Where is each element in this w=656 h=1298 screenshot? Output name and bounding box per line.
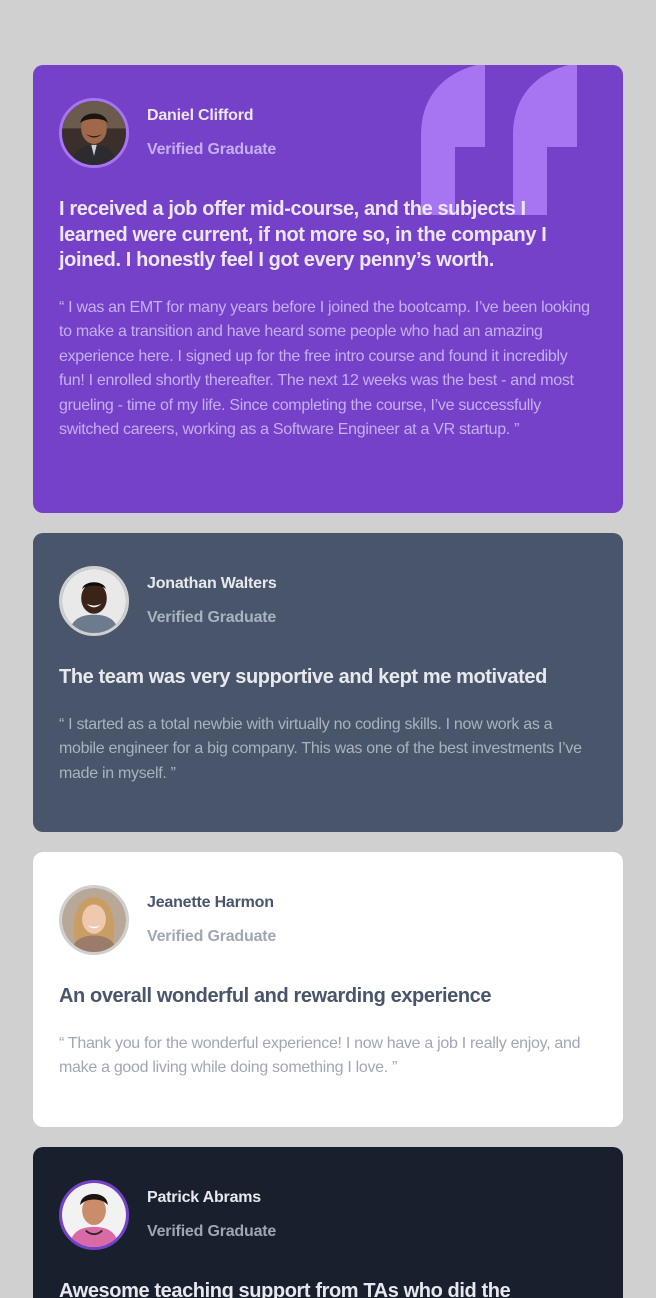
avatar-photo-icon bbox=[62, 1183, 126, 1247]
author-info: Patrick Abrams Verified Graduate bbox=[147, 1188, 276, 1242]
avatar-photo-icon bbox=[62, 569, 126, 633]
testimonial-card: Jonathan Walters Verified Graduate The t… bbox=[33, 533, 623, 832]
author-role: Verified Graduate bbox=[147, 928, 277, 945]
testimonial-body: “ Thank you for the wonderful experience… bbox=[59, 1034, 581, 1077]
avatar bbox=[59, 885, 129, 955]
avatar bbox=[59, 98, 129, 168]
testimonial-headline: The team was very supportive and kept me… bbox=[59, 666, 547, 688]
author-info: Jonathan Walters Verified Graduate bbox=[147, 574, 277, 628]
author-name: Daniel Clifford bbox=[147, 107, 254, 124]
avatar-photo-icon bbox=[62, 101, 126, 165]
author-info: Daniel Clifford Verified Graduate bbox=[147, 106, 276, 160]
testimonial-body: “ I started as a total newbie with virtu… bbox=[59, 715, 582, 782]
testimonial-card: Jeanette Harmon Verified Graduate An ove… bbox=[33, 852, 623, 1127]
author-name: Patrick Abrams bbox=[147, 1189, 261, 1206]
author-role: Verified Graduate bbox=[147, 609, 277, 626]
author-name: Jonathan Walters bbox=[147, 575, 277, 592]
author-role: Verified Graduate bbox=[147, 1223, 277, 1240]
testimonials-page: Daniel Clifford Verified Graduate I rece… bbox=[0, 0, 656, 1298]
author-role: Verified Graduate bbox=[147, 141, 277, 158]
testimonial-card: Patrick Abrams Verified Graduate Awesome… bbox=[33, 1147, 623, 1298]
avatar bbox=[59, 1180, 129, 1250]
testimonial-headline: An overall wonderful and rewarding exper… bbox=[59, 985, 492, 1007]
avatar bbox=[59, 566, 129, 636]
avatar-photo-icon bbox=[62, 888, 126, 952]
testimonial-card: Daniel Clifford Verified Graduate I rece… bbox=[33, 65, 623, 513]
author-info: Jeanette Harmon Verified Graduate bbox=[147, 893, 276, 947]
testimonial-header: Jeanette Harmon Verified Graduate bbox=[59, 882, 597, 958]
testimonial-headline: Awesome teaching support from TAs who di… bbox=[59, 1280, 511, 1298]
testimonial-header: Jonathan Walters Verified Graduate bbox=[59, 563, 597, 639]
testimonial-headline: I received a job offer mid-course, and t… bbox=[59, 198, 547, 271]
testimonial-header: Daniel Clifford Verified Graduate bbox=[59, 95, 597, 171]
testimonial-header: Patrick Abrams Verified Graduate bbox=[59, 1177, 597, 1253]
author-name: Jeanette Harmon bbox=[147, 894, 274, 911]
testimonial-body: “ I was an EMT for many years before I j… bbox=[59, 298, 590, 439]
